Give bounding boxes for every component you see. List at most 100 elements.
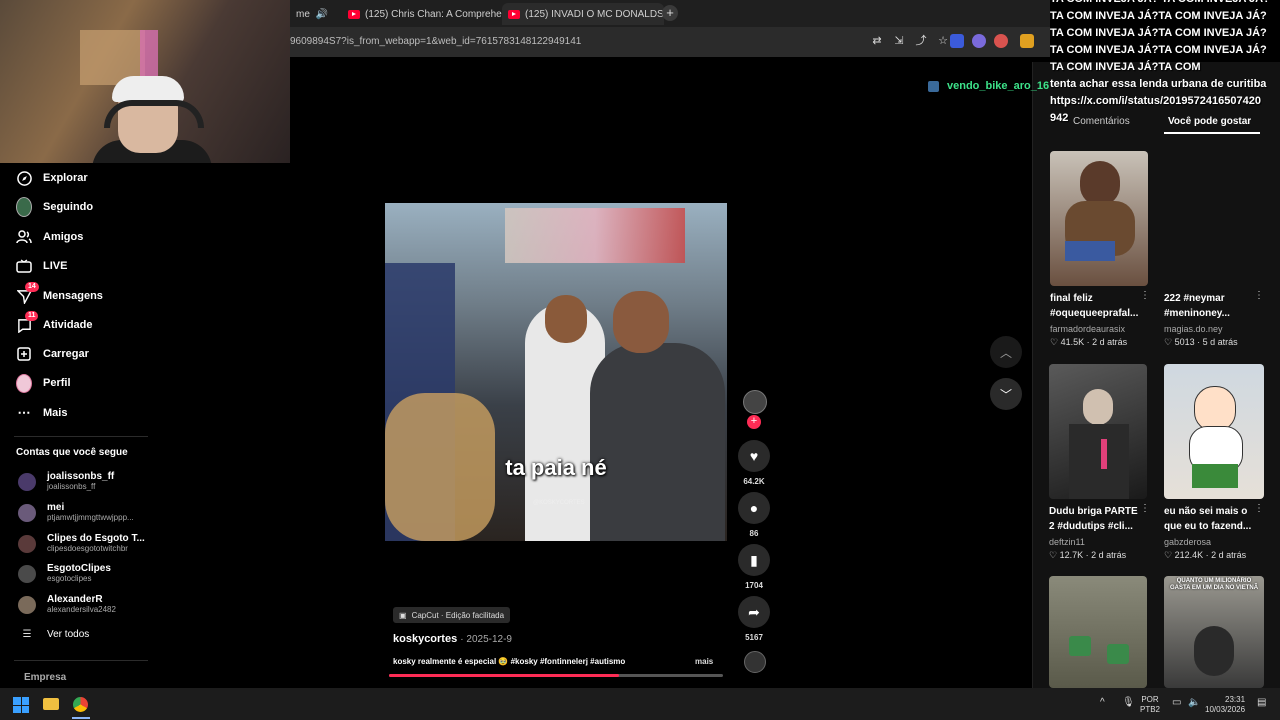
suggested-video-stats: ♡ 5013 · 5 d atrás	[1164, 337, 1238, 347]
more-options-icon[interactable]: ⋮	[1140, 290, 1150, 301]
heart-outline-icon: ♡	[1164, 550, 1173, 560]
extension-icon[interactable]	[972, 34, 986, 48]
extension-icon[interactable]	[1020, 34, 1034, 48]
account-name: AlexanderR	[47, 594, 103, 605]
suggested-video-author[interactable]: farmadordeaurasix	[1050, 324, 1125, 334]
author-avatar[interactable]	[743, 390, 767, 414]
suggested-video-thumb[interactable]	[1050, 151, 1148, 286]
sidebar-item-atividade[interactable]: 11 Atividade	[16, 311, 93, 333]
progress-fill	[389, 674, 620, 677]
sidebar-item-seguindo[interactable]: Seguindo	[16, 197, 93, 217]
more-button[interactable]: mais	[695, 657, 713, 666]
video-author[interactable]: koskycortes · 2025-12-9	[393, 633, 512, 645]
heart-outline-icon: ♡	[1049, 550, 1058, 560]
like-count: 64.2K	[743, 477, 765, 486]
url-field[interactable]: 9609894S7?is_from_webapp=1&web_id=761578…	[290, 36, 581, 47]
suggested-video-title[interactable]: Dudu briga PARTE 2 #dudutips #cli...	[1049, 504, 1145, 534]
suggested-video-thumb[interactable]	[1164, 364, 1264, 499]
suggested-video-title[interactable]: 222 #neymar #meninoney...	[1164, 291, 1260, 321]
chrome-icon[interactable]	[73, 697, 88, 712]
suggested-video-thumb[interactable]	[1049, 576, 1147, 688]
chat-line: TA COM INVEJA JÁ?TA COM INVEJA JÁ?	[1050, 44, 1267, 56]
new-tab-button[interactable]: +	[662, 5, 678, 21]
comment-button[interactable]: ●	[738, 492, 770, 524]
more-options-icon[interactable]: ⋮	[1254, 290, 1264, 301]
notification-icon[interactable]: ▤	[1257, 697, 1266, 708]
language-indicator[interactable]: POR PTB2	[1140, 695, 1160, 715]
suggested-video-stats: ♡ 212.4K · 2 d atrás	[1164, 550, 1247, 560]
sidebar-item-carregar[interactable]: Carregar	[16, 346, 89, 362]
sidebar-item-perfil[interactable]: Perfil	[16, 373, 71, 393]
suggested-video-author[interactable]: deftzin11	[1049, 537, 1085, 547]
suggested-video-thumb[interactable]	[1049, 364, 1147, 499]
bookmark-star-icon[interactable]: ☆	[936, 34, 950, 48]
video-description: kosky realmente é especial 🥹 #kosky #fon…	[393, 657, 626, 666]
comment-icon: ●	[749, 500, 759, 516]
capcut-tag[interactable]: ▣ CapCut · Edição facilitada	[393, 607, 511, 623]
video-watermark: @KOSKYCORTES	[533, 500, 585, 506]
webcam-overlay	[0, 0, 290, 163]
see-all-link[interactable]: ☰ Ver todos	[18, 629, 90, 640]
video-player[interactable]: ta paia né @KOSKYCORTES	[385, 203, 727, 541]
following-heading: Contas que você segue	[16, 447, 128, 458]
translate-icon[interactable]: ⇄	[870, 34, 884, 48]
more-options-icon[interactable]: ⋮	[1254, 503, 1264, 514]
save-button[interactable]: ▮	[738, 544, 770, 576]
sidebar-item-amigos[interactable]: Amigos	[16, 229, 83, 245]
following-account[interactable]: AlexanderR alexandersilva2482	[18, 594, 116, 615]
sidebar-item-label: Mensagens	[43, 290, 103, 302]
network-icon[interactable]: ▭	[1172, 697, 1181, 708]
suggested-video-author[interactable]: magias.do.ney	[1164, 324, 1223, 334]
extension-icon[interactable]	[950, 34, 964, 48]
microphone-icon[interactable]: 🎙	[1122, 697, 1135, 708]
next-video-button[interactable]: ﹀	[990, 378, 1022, 410]
sidebar-item-mais[interactable]: ⋯ Mais	[16, 405, 68, 421]
heart-icon: ♥	[749, 448, 759, 464]
sidebar-item-live[interactable]: LIVE	[16, 258, 67, 274]
more-options-icon[interactable]: ⋮	[1140, 503, 1150, 514]
chat-line: 942	[1050, 112, 1069, 124]
sidebar-item-label: Explorar	[43, 172, 88, 184]
windows-start-icon[interactable]	[13, 697, 29, 713]
browser-tab-partial[interactable]: me 🔊	[290, 3, 334, 25]
suggested-video-title[interactable]: eu não sei mais o que eu to fazend...	[1164, 504, 1260, 534]
music-disc-icon[interactable]	[744, 651, 766, 673]
extension-icon[interactable]	[994, 34, 1008, 48]
following-account[interactable]: joalissonbs_ff joalissonbs_ff	[18, 471, 114, 492]
file-explorer-icon[interactable]	[43, 698, 59, 710]
company-link[interactable]: Empresa	[24, 672, 66, 683]
sidebar-item-explorar[interactable]: Explorar	[16, 170, 88, 186]
browser-tab-invadi[interactable]: (125) INVADI O MC DONALDS ×	[502, 3, 664, 25]
sidebar-item-label: Perfil	[43, 377, 71, 389]
video-progress-bar[interactable]	[389, 674, 723, 677]
share-icon[interactable]: ⤴	[914, 34, 928, 48]
share-arrow-icon: ➦	[748, 603, 760, 620]
sidebar-divider	[14, 660, 148, 661]
follow-plus-button[interactable]: +	[747, 415, 761, 429]
more-icon: ⋯	[17, 405, 31, 420]
following-account[interactable]: mei ptjamwtjjmmgttwwjppp...	[18, 502, 134, 523]
compass-icon	[16, 170, 32, 186]
friends-icon	[16, 229, 32, 245]
clock[interactable]: 23:31 10/03/2026	[1205, 695, 1245, 715]
install-icon[interactable]: ⇲	[892, 34, 906, 48]
sidebar-divider	[14, 436, 148, 437]
avatar	[18, 564, 36, 583]
share-button[interactable]: ➦	[738, 596, 770, 628]
tab-suggested[interactable]: Você pode gostar	[1168, 116, 1251, 127]
chevron-up-icon: ︿	[999, 345, 1012, 360]
suggested-video-thumb[interactable]: QUANTO UM MILIONÁRIO GASTA EM UM DIA NO …	[1164, 576, 1264, 688]
volume-icon[interactable]: 🔈	[1188, 697, 1200, 708]
previous-video-button[interactable]: ︿	[990, 336, 1022, 368]
suggested-video-title[interactable]: final feliz #oquequeeprafal...	[1050, 291, 1146, 321]
following-account[interactable]: Clipes do Esgoto T... clipesdoesgototwitc…	[18, 533, 145, 554]
suggested-video-author[interactable]: gabzderosa	[1164, 537, 1211, 547]
chat-line: TA COM INVEJA JÁ?TA COM INVEJA JÁ?	[1050, 10, 1267, 22]
tray-overflow-icon[interactable]: ^	[1100, 697, 1105, 708]
following-account[interactable]: EsgotoClipes esgotoclipes	[18, 563, 111, 584]
sidebar-item-mensagens[interactable]: 14 Mensagens	[16, 282, 103, 304]
like-button[interactable]: ♥	[738, 440, 770, 472]
tab-comments[interactable]: Comentários	[1073, 116, 1130, 127]
browser-tab-chris-chan[interactable]: (125) Chris Chan: A Comprehen ×	[342, 3, 504, 25]
avatar	[18, 503, 36, 522]
